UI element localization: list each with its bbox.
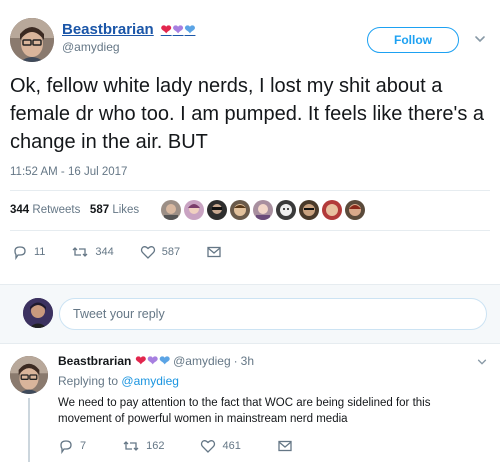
author-name[interactable]: Beastbrarian ❤ ❤ ❤ <box>62 21 195 38</box>
replying-to: Replying to @amydieg <box>58 374 179 388</box>
red-heart-icon: ❤ <box>135 353 147 368</box>
replying-to-handle[interactable]: @amydieg <box>121 374 179 388</box>
like-count: 461 <box>222 440 241 452</box>
reply-separator: · <box>233 354 238 368</box>
liker-avatar[interactable] <box>161 200 181 220</box>
current-user-avatar[interactable] <box>23 298 53 328</box>
red-heart-icon: ❤ <box>160 21 172 37</box>
like-icon <box>201 440 216 453</box>
liker-avatar[interactable] <box>322 200 342 220</box>
reply-action[interactable]: 11 <box>12 244 45 260</box>
name-hearts: ❤ ❤ ❤ <box>161 22 196 38</box>
retweet-count: 344 <box>95 246 114 258</box>
reply-name-hearts: ❤ ❤ ❤ <box>135 353 170 369</box>
retweet-action[interactable]: 344 <box>71 244 114 260</box>
liker-avatar[interactable] <box>299 200 319 220</box>
blue-heart-icon: ❤ <box>184 21 196 37</box>
liker-avatar[interactable] <box>184 200 204 220</box>
reply-icon <box>14 246 26 260</box>
like-action[interactable]: 461 <box>200 438 241 454</box>
liker-avatar[interactable] <box>345 200 365 220</box>
reply-input[interactable] <box>59 298 487 330</box>
divider <box>10 190 490 191</box>
divider <box>10 230 490 231</box>
liker-avatar[interactable] <box>276 200 296 220</box>
message-action[interactable] <box>277 438 293 454</box>
tweet-timestamp[interactable]: 11:52 AM - 16 Jul 2017 <box>10 166 127 178</box>
liker-avatar[interactable] <box>207 200 227 220</box>
like-action[interactable]: 587 <box>140 244 180 260</box>
retweets-label[interactable]: Retweets <box>32 204 80 216</box>
main-tweet: Beastbrarian ❤ ❤ ❤ @amydieg Follow Ok, f… <box>0 0 500 284</box>
reply-actions: 7 162 461 <box>58 438 329 454</box>
reply-author-handle[interactable]: @amydieg <box>173 354 231 368</box>
reply-time[interactable]: 3h <box>241 354 254 368</box>
reply-tweet: Beastbrarian ❤ ❤ ❤ @amydieg · 3h Replyin… <box>0 344 500 462</box>
liker-avatars <box>161 200 365 220</box>
message-action[interactable] <box>206 244 222 260</box>
like-count: 587 <box>161 246 181 258</box>
reply-action[interactable]: 7 <box>58 438 86 454</box>
retweet-icon <box>123 441 139 451</box>
reply-icon <box>60 440 72 454</box>
reply-author-name[interactable]: Beastbrarian <box>58 354 131 368</box>
liker-avatar[interactable] <box>253 200 273 220</box>
replying-prefix: Replying to <box>58 374 119 388</box>
likes-count[interactable]: 587 <box>90 204 109 216</box>
engagement-stats: 344 Retweets 587 Likes <box>10 204 139 216</box>
author-avatar[interactable] <box>10 18 54 62</box>
retweet-count: 162 <box>146 440 165 452</box>
likes-label[interactable]: Likes <box>112 204 139 216</box>
reply-count: 11 <box>34 246 46 258</box>
message-icon <box>278 440 292 452</box>
reply-count: 7 <box>80 440 87 452</box>
retweets-count[interactable]: 344 <box>10 204 29 216</box>
author-handle[interactable]: @amydieg <box>62 40 120 54</box>
reply-author-row: Beastbrarian ❤ ❤ ❤ @amydieg · 3h <box>58 353 254 369</box>
caret-down-icon[interactable] <box>476 356 488 368</box>
follow-button[interactable]: Follow <box>367 27 459 53</box>
retweet-icon <box>72 247 88 257</box>
liker-avatar[interactable] <box>230 200 250 220</box>
purple-heart-icon: ❤ <box>172 21 184 37</box>
message-icon <box>207 246 221 258</box>
reply-composer <box>0 284 500 344</box>
reply-author-avatar[interactable] <box>10 356 48 394</box>
caret-down-icon[interactable] <box>473 32 487 46</box>
author-name-text[interactable]: Beastbrarian <box>62 21 154 38</box>
like-icon <box>140 246 155 259</box>
retweet-action[interactable]: 162 <box>122 438 164 454</box>
reply-text: We need to pay attention to the fact tha… <box>58 397 431 425</box>
blue-heart-icon: ❤ <box>159 353 171 368</box>
thread-line <box>28 398 30 462</box>
purple-heart-icon: ❤ <box>147 353 159 368</box>
tweet-text: Ok, fellow white lady nerds, I lost my s… <box>10 75 485 153</box>
tweet-actions: 11 344 587 <box>12 244 248 260</box>
